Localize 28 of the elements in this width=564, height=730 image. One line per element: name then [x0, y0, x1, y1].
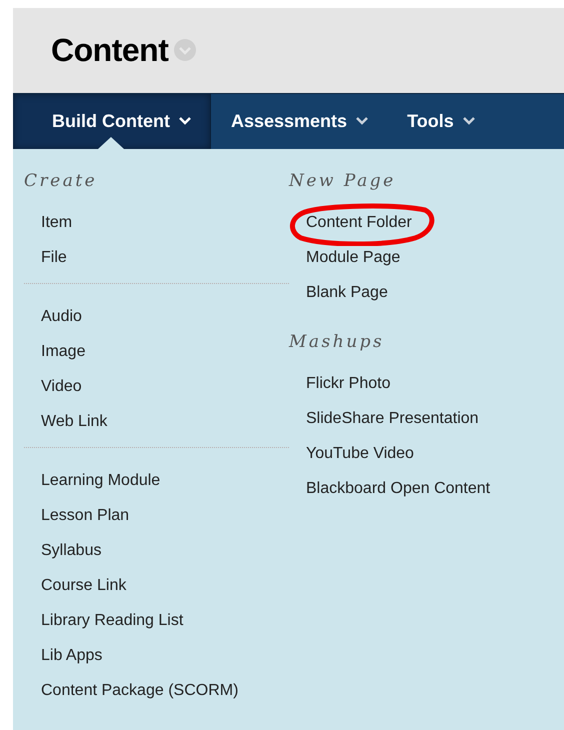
menu-item[interactable]: Image	[24, 334, 102, 369]
chevron-down-icon[interactable]	[462, 116, 476, 126]
menu-item[interactable]: Flickr Photo	[289, 366, 408, 401]
menu-item[interactable]: SlideShare Presentation	[289, 401, 496, 436]
menu-item[interactable]: Web Link	[24, 404, 124, 439]
menu-item[interactable]: Content Package (SCORM)	[24, 673, 256, 708]
nav-tab[interactable]: Assessments	[210, 94, 388, 149]
nav-tab[interactable]: Build Content	[13, 94, 211, 149]
menu-item[interactable]: Library Reading List	[24, 603, 200, 638]
menu-item[interactable]: Module Page	[289, 240, 418, 275]
section-heading: Create	[24, 171, 98, 191]
menu-item[interactable]: Lib Apps	[24, 638, 120, 673]
menu-item[interactable]: Audio	[24, 299, 99, 334]
menu-item[interactable]: Syllabus	[24, 533, 118, 568]
section-heading: Mashups	[289, 332, 386, 352]
menu-item[interactable]: YouTube Video	[289, 436, 431, 471]
menu-item[interactable]: Lesson Plan	[24, 498, 146, 533]
nav-tab[interactable]: Tools	[387, 94, 494, 149]
section-heading: New Page	[289, 171, 397, 191]
menu-item[interactable]: Video	[24, 369, 99, 404]
menu-item[interactable]: Blackboard Open Content	[289, 471, 508, 506]
menu-item[interactable]: Course Link	[24, 568, 144, 603]
menu-item[interactable]: Blank Page	[289, 275, 405, 310]
page-title: Content	[51, 32, 168, 69]
menu-item[interactable]: Item	[24, 205, 90, 240]
chevron-down-icon[interactable]	[355, 116, 370, 126]
menu-item[interactable]: File	[24, 240, 84, 275]
menu-item[interactable]: Learning Module	[24, 463, 178, 498]
